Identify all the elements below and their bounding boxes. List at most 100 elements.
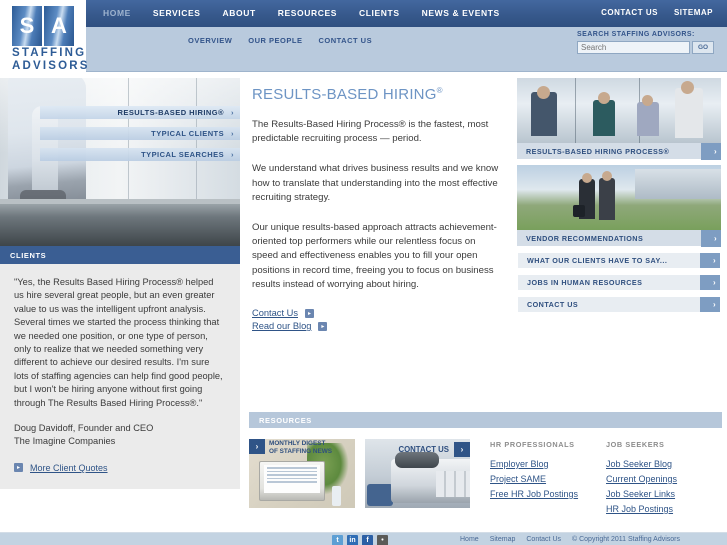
logo-tile-s: S — [12, 6, 42, 46]
nav-item-about[interactable]: ABOUT — [212, 6, 267, 20]
facebook-icon[interactable]: f — [362, 535, 373, 545]
util-nav-contact-us[interactable]: CONTACT US — [593, 6, 666, 20]
util-nav-sitemap[interactable]: SITEMAP — [666, 6, 721, 20]
registered-mark-icon: ® — [436, 86, 443, 95]
resource-link-job-seeker-links[interactable]: Job Seeker Links — [606, 489, 716, 499]
screen-line — [267, 467, 317, 469]
hero-tab-results-based-hiring[interactable]: RESULTS-BASED HIRING® › — [40, 106, 240, 119]
main-nav: HOME SERVICES ABOUT RESOURCES CLIENTS NE… — [92, 6, 511, 20]
footer-link-home[interactable]: Home — [460, 536, 479, 543]
page-body: RESULTS-BASED HIRING® › TYPICAL CLIENTS … — [0, 72, 727, 545]
chevron-right-icon: › — [231, 150, 234, 159]
outdoor-photo — [517, 165, 721, 230]
more-client-quotes-row[interactable]: ▸ More Client Quotes — [14, 463, 224, 473]
chevron-right-icon[interactable]: › — [249, 439, 265, 454]
logo[interactable]: S A STAFFING ADVISORS — [0, 0, 87, 72]
resource-card-caption: › MONTHLY DIGEST OF STAFFING NEWS — [249, 439, 332, 455]
chevron-right-icon[interactable]: › — [701, 229, 721, 247]
contact-us-row[interactable]: Contact Us ▸ — [252, 308, 504, 318]
footer-links: Home Sitemap Contact Us © Copyright 2011… — [460, 536, 680, 543]
resource-link-current-openings[interactable]: Current Openings — [606, 474, 716, 484]
photo-head-man — [582, 173, 592, 183]
photo-person-woman — [599, 178, 615, 220]
chevron-right-icon[interactable]: › — [701, 142, 721, 160]
link-bar-label: JOBS IN HUMAN RESOURCES — [527, 278, 643, 287]
footer-link-sitemap[interactable]: Sitemap — [490, 536, 516, 543]
resources-section: RESOURCES › MONTHLY DIGEST OF STAFFING N… — [249, 412, 722, 519]
resource-card-caption: CONTACT US › — [398, 442, 470, 457]
read-our-blog-link[interactable]: Read our Blog — [252, 321, 311, 331]
page-title-text: RESULTS-BASED HIRING — [252, 86, 437, 103]
main-paragraph-2: We understand what drives business resul… — [252, 163, 499, 203]
rss-icon[interactable]: • — [377, 535, 388, 545]
resource-card-contact-us[interactable]: CONTACT US › — [364, 439, 470, 508]
nav-item-resources[interactable]: RESOURCES — [267, 6, 348, 20]
utility-nav: CONTACT US SITEMAP — [593, 6, 721, 20]
hero-tab-list: RESULTS-BASED HIRING® › TYPICAL CLIENTS … — [40, 106, 240, 169]
resource-card-monthly-digest[interactable]: › MONTHLY DIGEST OF STAFFING NEWS — [249, 439, 355, 508]
link-bar-label: CONTACT US — [527, 300, 579, 309]
contact-us-link[interactable]: Contact Us — [252, 308, 298, 318]
resource-link-free-hr-job-postings[interactable]: Free HR Job Postings — [490, 489, 600, 499]
subnav-item-our-people[interactable]: OUR PEOPLE — [240, 35, 310, 47]
linkedin-icon[interactable]: in — [347, 535, 358, 545]
nav-item-services[interactable]: SERVICES — [142, 6, 212, 20]
hero-image-left: RESULTS-BASED HIRING® › TYPICAL CLIENTS … — [0, 78, 240, 246]
photo-head-3 — [642, 95, 653, 106]
nav-item-clients[interactable]: CLIENTS — [348, 6, 411, 20]
link-bar-what-our-clients-have-to-say[interactable]: WHAT OUR CLIENTS HAVE TO SAY... › — [517, 252, 721, 269]
testimonial-author: Doug Davidoff, Founder and CEO — [14, 423, 154, 434]
right-column: RESULTS-BASED HIRING PROCESS® › VENDOR R… — [517, 78, 721, 318]
meeting-photo — [517, 78, 721, 143]
promo-bar-results-based-hiring-process[interactable]: RESULTS-BASED HIRING PROCESS® › — [517, 142, 721, 160]
photo-head-woman — [602, 171, 612, 181]
link-bar-contact-us[interactable]: CONTACT US › — [517, 296, 721, 313]
chevron-right-icon[interactable]: › — [700, 275, 720, 290]
site-header: S A STAFFING ADVISORS HOME SERVICES ABOU… — [0, 0, 727, 72]
search-input[interactable] — [577, 41, 690, 54]
footer-link-contact-us[interactable]: Contact Us — [526, 536, 561, 543]
resource-link-job-seeker-blog[interactable]: Job Seeker Blog — [606, 459, 716, 469]
social-icons: t in f • — [332, 535, 392, 545]
resource-link-hr-job-postings[interactable]: HR Job Postings — [606, 504, 716, 514]
link-bar-label: WHAT OUR CLIENTS HAVE TO SAY... — [527, 256, 668, 265]
promo-vendor-recommendations[interactable]: VENDOR RECOMMENDATIONS › — [517, 165, 721, 247]
logo-tile-a: A — [44, 6, 74, 46]
screen-line — [267, 474, 317, 476]
nav-item-home[interactable]: HOME — [92, 6, 142, 20]
resource-link-employer-blog[interactable]: Employer Blog — [490, 459, 600, 469]
nav-item-news-events[interactable]: NEWS & EVENTS — [411, 6, 511, 20]
link-bar-jobs-in-human-resources[interactable]: JOBS IN HUMAN RESOURCES › — [517, 274, 721, 291]
client-testimonial: "Yes, the Results Based Hiring Process® … — [0, 264, 240, 489]
site-footer: t in f • Home Sitemap Contact Us © Copyr… — [0, 533, 727, 545]
hero-tab-typical-searches[interactable]: TYPICAL SEARCHES › — [40, 148, 240, 161]
search-label: SEARCH STAFFING ADVISORS: — [577, 31, 695, 38]
resource-column-title: HR PROFESSIONALS — [490, 440, 575, 449]
more-client-quotes-link[interactable]: More Client Quotes — [30, 463, 108, 473]
chevron-right-icon[interactable]: › — [700, 253, 720, 268]
chevron-right-icon[interactable]: › — [700, 297, 720, 312]
testimonial-quote: "Yes, the Results Based Hiring Process® … — [14, 277, 223, 408]
phone-keypad — [435, 471, 470, 497]
main-paragraph-3: Our unique results-based approach attrac… — [252, 222, 497, 290]
chevron-right-icon[interactable]: › — [454, 442, 470, 457]
resource-link-project-same[interactable]: Project SAME — [490, 474, 600, 484]
left-column: RESULTS-BASED HIRING® › TYPICAL CLIENTS … — [0, 78, 240, 489]
hero-counter — [0, 204, 240, 246]
photo-person-4 — [675, 88, 703, 138]
search-go-button[interactable]: GO — [692, 41, 714, 54]
hero-tab-label: RESULTS-BASED HIRING® — [117, 108, 225, 117]
clients-section-heading: CLIENTS — [0, 246, 240, 264]
resource-card-caption-text: CONTACT US — [398, 444, 449, 454]
read-our-blog-row[interactable]: Read our Blog ▸ — [252, 321, 504, 331]
promo-results-based-hiring-process[interactable]: RESULTS-BASED HIRING PROCESS® › — [517, 78, 721, 160]
hero-tab-label: TYPICAL CLIENTS — [151, 129, 225, 138]
resource-column-title: JOB SEEKERS — [606, 440, 665, 449]
twitter-icon[interactable]: t — [332, 535, 343, 545]
logo-wordmark-line2: ADVISORS — [12, 59, 90, 72]
subnav-item-overview[interactable]: OVERVIEW — [180, 35, 240, 47]
subnav-item-contact-us[interactable]: CONTACT US — [310, 35, 380, 47]
promo-bar-vendor-recommendations[interactable]: VENDOR RECOMMENDATIONS › — [517, 229, 721, 247]
main-content: RESULTS-BASED HIRING® The Results-Based … — [252, 86, 504, 334]
hero-tab-typical-clients[interactable]: TYPICAL CLIENTS › — [40, 127, 240, 140]
